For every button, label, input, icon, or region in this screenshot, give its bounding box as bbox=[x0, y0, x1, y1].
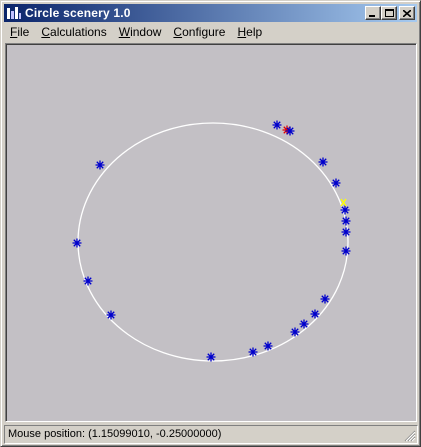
circle-point bbox=[341, 246, 351, 256]
menu-window[interactable]: Window bbox=[113, 24, 168, 41]
maximize-button[interactable] bbox=[381, 6, 397, 20]
circle-point bbox=[285, 126, 295, 136]
window-title: Circle scenery 1.0 bbox=[25, 6, 131, 20]
app-icon bbox=[7, 7, 21, 19]
circle-outline bbox=[77, 122, 349, 362]
circle-point bbox=[248, 347, 258, 357]
circle-point bbox=[331, 178, 341, 188]
menu-calculations[interactable]: Calculations bbox=[35, 24, 112, 41]
circle-point bbox=[95, 160, 105, 170]
close-button[interactable] bbox=[399, 6, 415, 20]
menu-configure[interactable]: Configure bbox=[167, 24, 231, 41]
circle-point bbox=[310, 309, 320, 319]
circle-point bbox=[83, 276, 93, 286]
minimize-icon bbox=[369, 14, 375, 17]
circle-point bbox=[263, 341, 273, 351]
menu-file[interactable]: File bbox=[4, 24, 35, 41]
scene-svg[interactable] bbox=[8, 46, 414, 419]
circle-point bbox=[290, 327, 300, 337]
maximize-icon bbox=[384, 9, 394, 17]
close-icon bbox=[403, 9, 411, 17]
circle-point bbox=[299, 319, 309, 329]
circle-point bbox=[206, 352, 216, 362]
menu-help[interactable]: Help bbox=[231, 24, 268, 41]
app-window: Circle scenery 1.0 File Calculations Win… bbox=[0, 0, 421, 447]
mouse-position-text: Mouse position: (1.15099010, -0.25000000… bbox=[8, 428, 222, 440]
resize-grip-icon[interactable] bbox=[404, 430, 416, 442]
circle-point bbox=[72, 238, 82, 248]
circle-point bbox=[341, 216, 351, 226]
circle-point bbox=[318, 157, 328, 167]
title-bar[interactable]: Circle scenery 1.0 bbox=[4, 4, 417, 22]
circle-point bbox=[320, 294, 330, 304]
circle-point bbox=[340, 205, 350, 215]
status-bar: Mouse position: (1.15099010, -0.25000000… bbox=[4, 425, 418, 444]
menu-bar: File Calculations Window Configure Help bbox=[4, 23, 417, 42]
circle-point bbox=[272, 120, 282, 130]
drawing-canvas[interactable] bbox=[5, 43, 417, 422]
cursor-mark bbox=[340, 198, 347, 207]
circle-point bbox=[341, 227, 351, 237]
circle-point bbox=[106, 310, 116, 320]
minimize-button[interactable] bbox=[365, 6, 381, 20]
